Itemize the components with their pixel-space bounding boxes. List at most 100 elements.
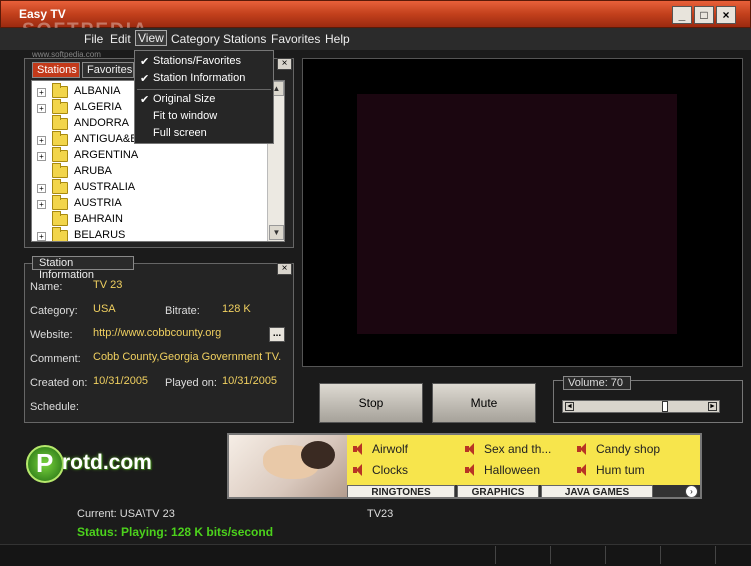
ad-banner[interactable]: Airwolf Sex and th... Candy shop Clocks … <box>227 433 702 499</box>
check-icon: ✔ <box>140 94 150 106</box>
tree-item-bahrain[interactable]: BAHRAIN <box>32 211 268 228</box>
tree-item-label: ANTIGUA&B <box>74 133 138 145</box>
tree-item-label: ARGENTINA <box>74 149 139 161</box>
menu-item-fit-to-window[interactable]: Fit to window <box>153 110 217 122</box>
ad-ringtone-link[interactable]: Halloween <box>484 463 540 477</box>
menu-edit[interactable]: Edit <box>110 32 131 46</box>
tree-item-label: AUSTRALIA <box>74 181 136 193</box>
playback-status: Status: Playing: 128 K bits/second <box>77 525 274 539</box>
volume-slider[interactable]: ◄ ► <box>562 400 720 413</box>
menu-item-stations-favorites[interactable]: Stations/Favorites <box>153 55 241 67</box>
expand-icon[interactable]: + <box>37 104 46 113</box>
tree-item-belarus[interactable]: + BELARUS <box>32 227 268 241</box>
tree-item-australia[interactable]: + AUSTRALIA <box>32 179 268 196</box>
category-value: USA <box>93 303 116 315</box>
created-value: 10/31/2005 <box>93 375 149 387</box>
comment-label: Comment: <box>30 353 81 365</box>
played-label: Played on: <box>165 377 217 389</box>
speaker-icon <box>577 443 589 455</box>
stop-button[interactable]: Stop <box>319 383 423 423</box>
folder-icon <box>52 115 68 130</box>
tab-favorites[interactable]: Favorites <box>82 62 134 78</box>
scroll-down-icon[interactable]: ▼ <box>269 225 284 240</box>
ad-tab-java-games[interactable]: JAVA GAMES <box>541 485 653 497</box>
expand-icon[interactable]: + <box>37 232 46 241</box>
ad-ringtone-link[interactable]: Clocks <box>372 463 408 477</box>
folder-icon <box>52 99 68 114</box>
tree-item-austria[interactable]: + AUSTRIA <box>32 195 268 212</box>
expand-icon[interactable]: + <box>37 184 46 193</box>
divider <box>550 546 551 564</box>
tree-item-argentina[interactable]: + ARGENTINA <box>32 147 268 164</box>
video-frame <box>357 94 677 334</box>
ad-ringtone-link[interactable]: Candy shop <box>596 442 660 456</box>
logo-text: rotd.com <box>62 451 152 474</box>
station-name-value: TV 23 <box>93 279 123 291</box>
tree-item-label: ARUBA <box>74 165 112 177</box>
folder-icon <box>52 83 68 98</box>
mute-button[interactable]: Mute <box>432 383 536 423</box>
tree-item-label: BAHRAIN <box>74 213 123 225</box>
expand-icon[interactable]: + <box>37 88 46 97</box>
maximize-button[interactable]: □ <box>694 6 714 24</box>
volume-slider-thumb[interactable] <box>662 401 669 412</box>
tree-item-label: ALBANIA <box>74 85 121 97</box>
tree-item-label: ALGERIA <box>74 101 122 113</box>
station-info-close-button[interactable]: × <box>277 263 292 275</box>
divider <box>495 546 496 564</box>
volume-right-arrow-icon[interactable]: ► <box>708 402 717 411</box>
ad-ringtone-link[interactable]: Hum tum <box>596 463 645 477</box>
ad-tabs: RINGTONES GRAPHICS JAVA GAMES <box>347 485 700 497</box>
window-title: Easy TV <box>19 7 66 21</box>
expand-icon[interactable]: + <box>37 152 46 161</box>
volume-label: Volume: 70 <box>563 376 631 390</box>
speaker-icon <box>465 464 477 476</box>
expand-icon[interactable]: + <box>37 136 46 145</box>
divider <box>660 546 661 564</box>
speaker-icon <box>353 443 365 455</box>
name-label: Name: <box>30 281 63 293</box>
minimize-button[interactable]: _ <box>672 6 692 24</box>
website-browse-button[interactable]: ... <box>269 327 285 342</box>
folder-icon <box>52 147 68 162</box>
ad-ringtone-link[interactable]: Sex and th... <box>484 442 551 456</box>
folder-icon <box>52 131 68 146</box>
volume-left-arrow-icon[interactable]: ◄ <box>565 402 574 411</box>
folder-icon <box>52 163 68 178</box>
tree-item-label: ANDORRA <box>74 117 130 129</box>
ad-tab-ringtones[interactable]: RINGTONES <box>347 485 455 497</box>
station-info-title: Station Information <box>32 256 134 281</box>
close-button[interactable]: × <box>716 6 736 24</box>
protd-logo[interactable]: P rotd.com <box>26 445 152 483</box>
tree-item-aruba[interactable]: ARUBA <box>32 163 268 180</box>
video-display[interactable] <box>302 58 743 367</box>
menu-view[interactable]: View <box>135 30 167 46</box>
folder-icon <box>52 211 68 226</box>
folder-icon <box>52 179 68 194</box>
ad-tab-graphics[interactable]: GRAPHICS <box>457 485 539 497</box>
menu-file[interactable]: File <box>84 32 103 46</box>
menu-item-original-size[interactable]: Original Size <box>153 93 215 105</box>
view-menu-dropdown: ✔ Stations/Favorites ✔ Station Informati… <box>134 50 274 144</box>
ad-ringtone-link[interactable]: Airwolf <box>372 442 408 456</box>
ad-hair-shape <box>301 441 335 469</box>
menu-favorites[interactable]: Favorites <box>271 32 320 46</box>
ad-next-arrow-icon[interactable]: › <box>685 485 698 497</box>
stations-panel-close-button[interactable]: × <box>277 58 292 70</box>
expand-icon[interactable]: + <box>37 200 46 209</box>
menu-stations[interactable]: Stations <box>223 32 266 46</box>
divider <box>715 546 716 564</box>
menu-help[interactable]: Help <box>325 32 350 46</box>
menu-item-station-information[interactable]: Station Information <box>153 72 245 84</box>
bitrate-value: 128 K <box>222 303 251 315</box>
website-value[interactable]: http://www.cobbcounty.org <box>93 327 221 339</box>
menu-category[interactable]: Category <box>171 32 220 46</box>
comment-value: Cobb County,Georgia Government TV. <box>93 351 282 363</box>
tree-item-label: BELARUS <box>74 229 126 241</box>
speaker-icon <box>465 443 477 455</box>
menu-item-full-screen[interactable]: Full screen <box>153 127 207 139</box>
current-station-text: Current: USA\TV 23 <box>77 508 175 520</box>
tab-stations[interactable]: Stations <box>32 62 80 78</box>
schedule-label: Schedule: <box>30 401 79 413</box>
speaker-icon <box>577 464 589 476</box>
